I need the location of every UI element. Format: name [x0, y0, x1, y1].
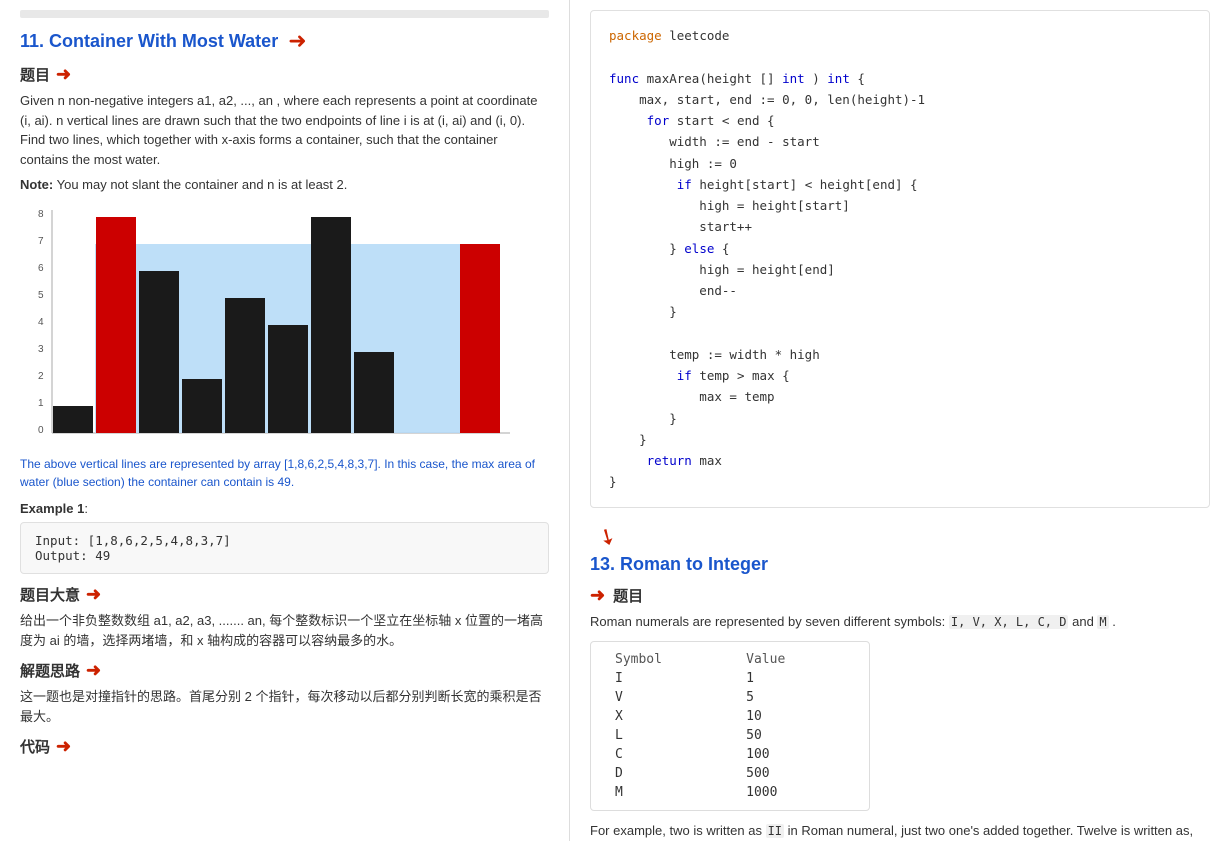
svg-text:4: 4	[38, 317, 44, 328]
svg-text:5: 5	[38, 290, 44, 301]
right-panel: package leetcode func maxArea(height [] …	[570, 0, 1230, 841]
code-line-if: if height[start] < height[end] {	[609, 174, 1191, 195]
roman-table-row: C100	[607, 745, 853, 764]
section-jiexi-label: 解题思路	[20, 660, 80, 681]
water-chart: 0 1 2 3 4 5 6 7 8	[20, 205, 520, 445]
jiexi-text: 这一题也是对撞指针的思路。首尾分别 2 个指针，每次移动以后都分别判断长宽的乘积…	[20, 687, 549, 726]
code-block: package leetcode func maxArea(height [] …	[590, 10, 1210, 508]
roman-table-row: L50	[607, 726, 853, 745]
example-code-box: Input: [1,8,6,2,5,4,8,3,7] Output: 49	[20, 522, 549, 574]
roman-table-row: D500	[607, 764, 853, 783]
roman-table-row: I1	[607, 669, 853, 688]
code-line-high-start: high = height[start]	[609, 195, 1191, 216]
example-input: Input: [1,8,6,2,5,4,8,3,7]	[35, 533, 534, 548]
code-line-if-temp: if temp > max {	[609, 365, 1191, 386]
code-line-high: high := 0	[609, 153, 1191, 174]
section-dayi-heading: 题目大意 ➜	[20, 584, 549, 605]
section-dayi-label: 题目大意	[20, 584, 80, 605]
code-line-close-func: }	[609, 471, 1191, 492]
svg-text:8: 8	[38, 209, 44, 220]
section-daima-label: 代码	[20, 736, 50, 757]
code-line-start-pp: start++	[609, 216, 1191, 237]
arrow-tiji-icon: ➜	[56, 64, 71, 85]
chart-caption: The above vertical lines are represented…	[20, 455, 549, 491]
code-line-for: for start < end {	[609, 110, 1191, 131]
svg-text:2: 2	[38, 371, 44, 382]
tiji13-desc: Roman numerals are represented by seven …	[590, 612, 1210, 632]
code-line-temp: temp := width * high	[609, 344, 1191, 365]
code-line-pkg: package leetcode	[609, 25, 1191, 46]
arrow-to-13-row: ➘	[598, 524, 1210, 550]
code-line-func: func maxArea(height [] int ) int {	[609, 68, 1191, 89]
svg-text:3: 3	[38, 344, 44, 355]
code-line-end-mm: end--	[609, 280, 1191, 301]
roman-example-text: For example, two is written as II in Rom…	[590, 821, 1210, 841]
roman-table-row: V5	[607, 688, 853, 707]
problem13-title-link[interactable]: 13. Roman to Integer	[590, 554, 768, 575]
code-blank-2	[609, 323, 1191, 344]
section-daima-heading: 代码 ➜	[20, 736, 549, 757]
code-blank-1	[609, 46, 1191, 67]
code-line-else: } else {	[609, 238, 1191, 259]
arrow-title-icon: ➜	[288, 28, 306, 54]
left-panel: 11. Container With Most Water ➜ 题目 ➜ Giv…	[0, 0, 570, 841]
arrow-daima-icon: ➜	[56, 736, 71, 757]
problem-description: Given n non-negative integers a1, a2, ..…	[20, 91, 549, 169]
section-tiji-heading: 题目 ➜	[20, 64, 549, 85]
roman-table-row: X10	[607, 707, 853, 726]
roman-col-symbol: Symbol	[607, 650, 738, 669]
svg-text:6: 6	[38, 263, 44, 274]
code-line-close-if2: }	[609, 408, 1191, 429]
roman-symbols-inline: I, V, X, L, C, D	[949, 615, 1069, 629]
example-label: Example 1:	[20, 499, 549, 519]
roman-table: Symbol Value I1V5X10L50C100D500M1000	[607, 650, 853, 802]
arrow-dayi-icon: ➜	[86, 584, 101, 605]
roman-col-value: Value	[738, 650, 853, 669]
section-tiji13-heading: ➜ 题目	[590, 585, 1210, 606]
code-line-close-for: }	[609, 429, 1191, 450]
roman-table-row: M1000	[607, 783, 853, 802]
roman-m-inline: M	[1097, 615, 1108, 629]
svg-text:0: 0	[38, 425, 44, 436]
code-line-width: width := end - start	[609, 131, 1191, 152]
code-line-init: max, start, end := 0, 0, len(height)-1	[609, 89, 1191, 110]
problem13-title-row: 13. Roman to Integer	[590, 554, 1210, 575]
section-jiexi-heading: 解题思路 ➜	[20, 660, 549, 681]
arrow-to-13-icon: ➘	[593, 521, 622, 553]
code-line-return: return max	[609, 450, 1191, 471]
code-line-high-end: high = height[end]	[609, 259, 1191, 280]
section-tiji13-label: 题目	[613, 585, 643, 606]
code-line-close-if: }	[609, 301, 1191, 322]
problem-note: Note: You may not slant the container an…	[20, 175, 549, 195]
dayi-text: 给出一个非负整数数组 a1, a2, a3, ....... an, 每个整数标…	[20, 611, 549, 650]
arrow-tiji13-icon: ➜	[590, 585, 605, 606]
svg-text:7: 7	[38, 236, 44, 247]
top-bar	[20, 10, 549, 18]
problem-title-link[interactable]: 11. Container With Most Water	[20, 31, 278, 52]
problem-title-row: 11. Container With Most Water ➜	[20, 28, 549, 54]
roman-table-container: Symbol Value I1V5X10L50C100D500M1000	[590, 641, 870, 811]
code-line-max-temp: max = temp	[609, 386, 1191, 407]
section-tiji-label: 题目	[20, 64, 50, 85]
svg-text:1: 1	[38, 398, 44, 409]
example-output: Output: 49	[35, 548, 534, 563]
arrow-jiexi-icon: ➜	[86, 660, 101, 681]
